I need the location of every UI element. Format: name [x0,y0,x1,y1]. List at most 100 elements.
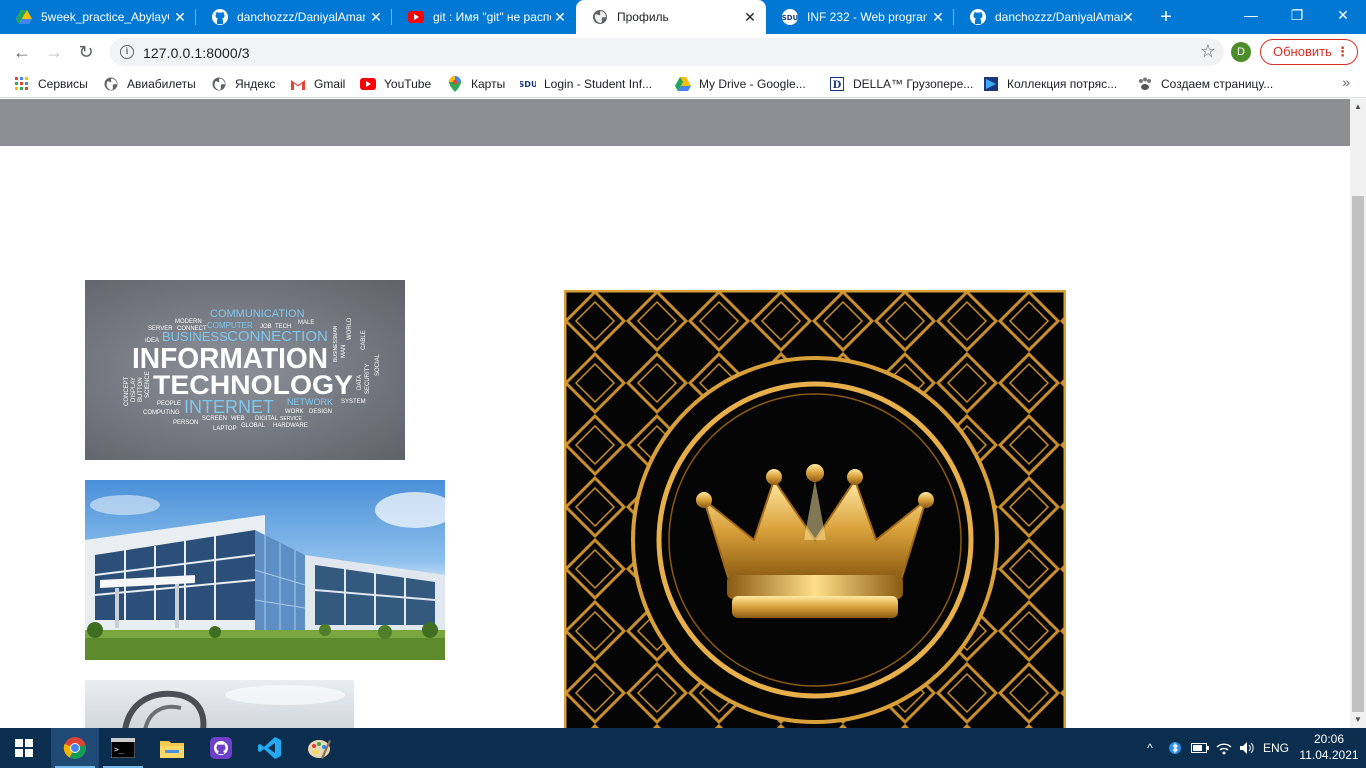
youtube-icon [360,76,376,92]
svg-text:>_: >_ [114,745,124,754]
update-button[interactable]: Обновить ⋮ [1260,39,1358,65]
crown-graphic [564,290,1066,728]
battery-icon[interactable] [1190,728,1210,768]
bookmark-item[interactable]: Авиабилеты [103,75,196,93]
wordcloud-word: DISPLAY [131,377,137,402]
bookmark-item[interactable]: Сервисы [14,75,88,93]
wordcloud-word: SECURITY [365,364,371,394]
university-building-image [85,480,445,660]
paw-icon [1137,76,1153,92]
bookmark-item[interactable]: Карты [447,75,505,93]
wordcloud-word: MALE [298,320,314,326]
wordcloud-word: WORK [285,409,304,415]
url-text[interactable]: 127.0.0.1:8000/3 [143,45,250,61]
language-indicator[interactable]: ENG [1260,728,1292,768]
wordcloud-word: COMMUNICATION [210,308,305,320]
window-close-button[interactable]: ✕ [1320,0,1366,34]
wordcloud-word: WORLD [347,317,353,340]
globe-icon [592,9,608,25]
scrollbar-thumb[interactable] [1352,196,1364,712]
profile-avatar[interactable]: D [1231,42,1251,62]
site-info-icon[interactable]: i [120,45,134,59]
tab-close-button[interactable]: ✕ [930,9,946,25]
restore-button[interactable]: ❐ [1274,0,1320,34]
page-scrollbar[interactable]: ▲ ▼ [1350,99,1366,728]
tab-title: Профиль [617,10,669,24]
wordcloud-word: CABLE [361,330,367,350]
page-header-bar [0,99,1350,146]
volume-icon[interactable] [1237,728,1257,768]
tab-close-button[interactable]: ✕ [172,9,188,25]
globe-icon [211,76,227,92]
bookmark-item[interactable]: Gmail [290,75,345,93]
wordcloud-word: SCIENCE [145,371,151,398]
windows-taskbar: >_ ^ ENG 20:06 11.04.2021 [0,728,1366,768]
tab-strip: 5week_practice_AbylayG ✕ danchozzz/Daniy… [0,0,1366,34]
wordcloud-word: DATA [357,375,363,390]
globe-icon [103,76,119,92]
bookmarks-overflow-button[interactable]: » [1342,74,1350,90]
paint-icon[interactable] [295,728,343,768]
tab-profile-active[interactable]: Профиль ✕ [576,0,766,34]
bookmark-item[interactable]: Коллекция потряс... [983,75,1117,93]
sdu-icon: SDU [782,9,798,25]
tab-close-button[interactable]: ✕ [1120,9,1136,25]
taskbar-clock[interactable]: 20:06 11.04.2021 [1296,731,1362,763]
wordcloud-word: WEB [231,416,245,422]
bookmark-item[interactable]: Яндекс [211,75,275,93]
tab-title: git : Имя "git" не распоз [433,10,551,24]
tab-github-1[interactable]: danchozzz/DaniyalAmang ✕ [196,0,392,34]
wifi-icon[interactable] [1214,728,1234,768]
wordcloud-word: BUSINESSMAN [333,325,339,362]
vscode-icon[interactable] [246,728,294,768]
github-icon [970,9,986,25]
tab-close-button[interactable]: ✕ [368,9,384,25]
chrome-icon[interactable] [51,728,99,768]
clock-date: 11.04.2021 [1299,748,1359,762]
wordcloud-word: CONCEPT [124,376,130,406]
terminal-icon[interactable]: >_ [99,728,147,768]
scroll-up-arrow-icon[interactable]: ▲ [1350,99,1366,115]
minimize-button[interactable]: — [1228,0,1274,34]
back-button[interactable]: ← [8,38,36,66]
bookmark-item[interactable]: D DELLA™ Грузопере... [829,75,973,93]
bookmarks-bar: Сервисы Авиабилеты Яндекс Gmail YouTube … [0,70,1366,98]
windows-start-icon[interactable] [0,728,48,768]
sdu-icon: SDU [520,76,536,92]
bookmark-label: My Drive - Google... [699,77,806,91]
forward-button[interactable]: → [40,38,68,66]
reload-button[interactable]: ↻ [72,38,100,66]
github-desktop-icon[interactable] [197,728,245,768]
tab-youtube[interactable]: git : Имя "git" не распоз ✕ [392,0,576,34]
bookmark-star-icon[interactable]: ☆ [1200,41,1216,62]
google-drive-icon [16,9,32,25]
scroll-down-arrow-icon[interactable]: ▼ [1350,712,1366,728]
bookmark-item[interactable]: Создаем страницу... [1137,75,1273,93]
bookmark-label: Карты [471,77,506,91]
tab-title: INF 232 - Web programm [807,10,927,24]
file-explorer-icon[interactable] [148,728,196,768]
apps-grid-icon [14,76,30,92]
bookmark-label: Login - Student Inf... [544,77,653,91]
crown-emblem-image [564,290,1066,728]
tab-drive[interactable]: 5week_practice_AbylayG ✕ [0,0,196,34]
bookmark-item[interactable]: My Drive - Google... [675,75,806,93]
tray-overflow-chevron[interactable]: ^ [1141,728,1159,768]
svg-text:SDU: SDU [520,80,536,89]
address-bar[interactable]: i 127.0.0.1:8000/3 ☆ [110,38,1224,66]
bookmark-item[interactable]: YouTube [360,75,431,93]
tab-close-button[interactable]: ✕ [742,9,758,25]
bluetooth-icon[interactable] [1166,728,1184,768]
new-tab-button[interactable]: + [1154,5,1178,29]
wordcloud-word: DIGITAL [255,416,279,422]
collection-icon [983,76,999,92]
wordcloud-graphic: COMMUNICATION MODERN COMPUTER JOB TECH M… [124,308,381,432]
tab-title: 5week_practice_AbylayG [41,10,169,24]
tab-github-2[interactable]: danchozzz/DaniyalAmang ✕ [954,0,1144,34]
information-technology-image: COMMUNICATION MODERN COMPUTER JOB TECH M… [85,280,405,460]
tab-sdu[interactable]: SDU INF 232 - Web programm ✕ [766,0,954,34]
bookmark-label: Коллекция потряс... [1007,77,1118,91]
bookmark-item[interactable]: SDU Login - Student Inf... [520,75,652,93]
svg-text:D: D [833,80,842,91]
tab-close-button[interactable]: ✕ [552,9,568,25]
